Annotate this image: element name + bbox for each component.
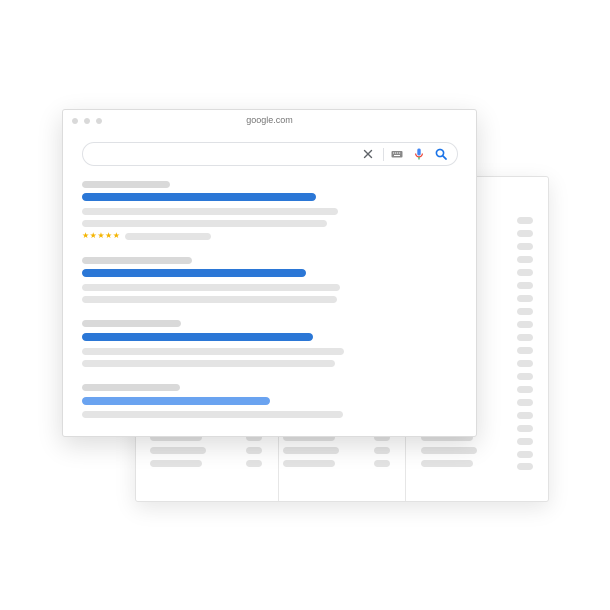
title-bar: google.com bbox=[63, 110, 476, 132]
cell-placeholder bbox=[517, 438, 533, 445]
keyboard-icon[interactable] bbox=[390, 147, 404, 161]
cell-placeholder bbox=[421, 447, 477, 454]
result-snippet-placeholder bbox=[82, 411, 343, 418]
cell-placeholder bbox=[517, 243, 533, 250]
result-snippet-placeholder bbox=[82, 360, 335, 367]
close-icon[interactable] bbox=[361, 147, 375, 161]
cell-placeholder bbox=[374, 460, 390, 467]
search-input[interactable] bbox=[82, 142, 458, 166]
cell-placeholder bbox=[517, 269, 533, 276]
cell-placeholder bbox=[374, 447, 390, 454]
cell-placeholder bbox=[517, 360, 533, 367]
result-snippet-placeholder bbox=[82, 296, 337, 303]
cell-placeholder bbox=[517, 282, 533, 289]
cell-placeholder bbox=[517, 412, 533, 419]
browser-window: google.com ★★★★★ bbox=[62, 109, 477, 437]
result-title-link[interactable] bbox=[82, 397, 270, 405]
result-snippet-placeholder bbox=[82, 284, 340, 291]
cell-placeholder bbox=[517, 321, 533, 328]
cell-placeholder bbox=[283, 447, 339, 454]
result-title-link[interactable] bbox=[82, 193, 316, 201]
cell-placeholder bbox=[517, 425, 533, 432]
cell-placeholder bbox=[517, 230, 533, 237]
cell-placeholder bbox=[517, 347, 533, 354]
result-title-link[interactable] bbox=[82, 269, 306, 277]
result-url-placeholder bbox=[82, 257, 192, 264]
result-url-placeholder bbox=[82, 320, 181, 327]
cell-placeholder bbox=[283, 460, 335, 467]
cell-placeholder bbox=[517, 463, 533, 470]
cell-placeholder bbox=[150, 460, 202, 467]
result-url-placeholder bbox=[82, 181, 170, 188]
cell-placeholder bbox=[517, 373, 533, 380]
result-snippet-placeholder bbox=[82, 208, 338, 215]
cell-placeholder bbox=[517, 256, 533, 263]
cell-placeholder bbox=[517, 334, 533, 341]
result-url-placeholder bbox=[82, 384, 180, 391]
cell-placeholder bbox=[421, 460, 473, 467]
search-icon[interactable] bbox=[434, 147, 448, 161]
address-url[interactable]: google.com bbox=[63, 115, 476, 125]
cell-placeholder bbox=[517, 295, 533, 302]
cell-placeholder bbox=[517, 217, 533, 224]
cell-placeholder bbox=[246, 447, 262, 454]
result-snippet-placeholder bbox=[82, 348, 344, 355]
cell-placeholder bbox=[150, 447, 206, 454]
cell-placeholder bbox=[517, 386, 533, 393]
rating-stars: ★★★★★ bbox=[82, 231, 121, 240]
cell-placeholder bbox=[517, 451, 533, 458]
microphone-icon[interactable] bbox=[412, 147, 426, 161]
result-title-link[interactable] bbox=[82, 333, 313, 341]
result-snippet-placeholder bbox=[82, 220, 327, 227]
cell-placeholder bbox=[246, 460, 262, 467]
cell-placeholder bbox=[517, 399, 533, 406]
rating-text-placeholder bbox=[125, 233, 211, 240]
cell-placeholder bbox=[517, 308, 533, 315]
search-divider bbox=[383, 148, 384, 161]
